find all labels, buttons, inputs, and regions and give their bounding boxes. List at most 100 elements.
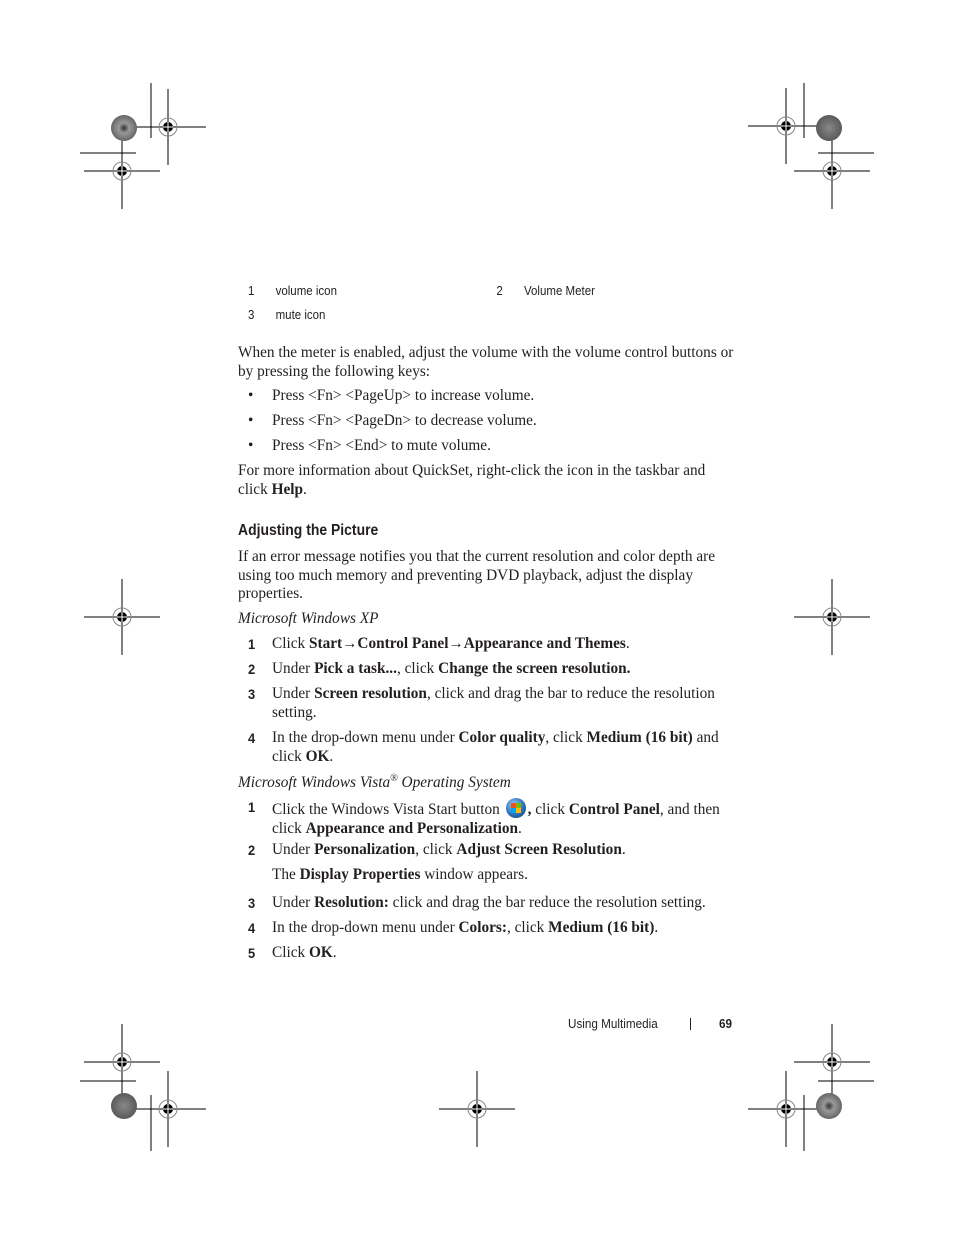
ui-term: Medium (16 bit) [548,919,655,936]
step-text-run: Under [272,660,315,677]
section-heading: Adjusting the Picture [238,522,379,539]
step-number: 1 [248,799,256,815]
step-text-run: . [518,819,522,837]
step-text-run: In the drop-down menu under [272,729,459,746]
registration-mark-icon [747,1070,825,1148]
registration-mark-icon [83,578,161,656]
step-text: The Display Properties window appears. [272,866,738,885]
bullet-text: Press <Fn> <End> to mute volume. [272,437,491,454]
step-text-run: window appears. [420,866,528,883]
step-text-run: In the drop-down menu under [272,919,459,936]
bullet-glyph: • [248,387,254,404]
step-text-run: Click [272,944,309,961]
step-text-run: , click [506,919,549,936]
ui-term: Display Properties [299,866,421,883]
ui-term: OK [308,944,333,961]
step-text-run: Under [272,841,315,858]
footer-separator [690,1018,691,1030]
ui-term: Pick a task... [314,660,397,677]
step-number: 3 [248,895,256,911]
vista-subheading-suffix: Operating System [397,774,511,792]
step-text: Under Screen resolution, click and drag … [272,685,738,722]
registration-mark-icon [129,1070,207,1148]
step-text: Under Personalization, click Adjust Scre… [272,841,738,860]
step-text-run: Click the Windows Vista Start button [272,801,504,818]
ui-term: Colors: [458,919,507,936]
callout-label: volume icon [275,284,337,298]
ui-term: Change the screen resolution. [438,660,631,677]
ui-term: Personalization [314,841,416,858]
quickset-paragraph: For more information about QuickSet, rig… [238,462,738,499]
registration-mark-icon [129,88,207,166]
step-text-run: , click [545,729,587,746]
step-text-run: , click [415,841,457,858]
step-text: In the drop-down menu under Color qualit… [272,729,738,766]
registration-mark-icon [793,1023,871,1101]
ui-term: Medium (16 bit) [586,729,693,746]
step-text-run: Under [272,894,315,911]
bullet-text: Press <Fn> <PageDn> to decrease volume. [272,412,537,429]
page-number: 69 [719,1016,733,1031]
ui-term: Screen resolution [314,685,427,702]
ui-term: Appearance and Personalization [305,819,519,837]
step-number: 2 [248,661,256,677]
ui-term: Adjust Screen Resolution [456,841,622,858]
callout-number: 3 [248,308,255,322]
step-text-run: . [625,635,630,652]
footer-section-title: Using Multimedia [568,1016,658,1031]
step-text-run: click [531,801,569,818]
color-target-icon [816,1093,842,1119]
quickset-text-end: . [303,480,307,498]
step-text-run: . [654,919,659,936]
step-number: 4 [248,730,256,746]
bullet-glyph: • [248,412,254,429]
windows-vista-start-icon [505,798,526,818]
help-term: Help [271,480,304,498]
step-text-run: . [332,944,337,961]
intro-paragraph: When the meter is enabled, adjust the vo… [238,344,734,380]
callout-label: Volume Meter [524,284,595,298]
ui-term: Control Panel [568,801,660,818]
registration-mark-icon [793,132,871,210]
printer-crop-marks [80,83,874,1151]
step-text-run: Under [272,685,315,702]
step-text-run: The [272,866,300,883]
step-text-run: . [621,841,626,858]
callout-number: 2 [496,284,503,298]
step-text-run: . [329,747,334,765]
ui-term: Resolution: [314,894,389,911]
callout-number: 1 [248,284,255,298]
step-number: 1 [248,636,256,652]
step-number: 4 [248,920,256,936]
ui-term: OK [305,747,330,765]
manual-page: 1 volume icon 2 Volume Meter 3 mute icon… [0,0,954,1235]
bullet-glyph: • [248,437,254,454]
ui-term: Start→Control Panel→Appearance and Theme… [308,635,626,652]
quickset-text: For more information about QuickSet, rig… [238,462,706,498]
step-text: Under Resolution: click and drag the bar… [272,894,738,913]
color-target-icon [816,115,842,141]
step-text: Click Start→Control Panel→Appearance and… [272,635,738,654]
step-text: Click the Windows Vista Start button , c… [272,798,738,838]
step-number: 5 [248,945,256,961]
registered-mark: ® [390,773,398,784]
registration-mark-icon [438,1070,516,1148]
registration-mark-icon [747,87,825,165]
bullet-text: Press <Fn> <PageUp> to increase volume. [272,387,535,404]
step-text: Under Pick a task..., click Change the s… [272,660,738,679]
registration-mark-icon [793,578,871,656]
step-text-run: click and drag the bar reduce the resolu… [388,894,706,911]
step-text: In the drop-down menu under Colors:, cli… [272,919,738,938]
vista-subheading-text: Microsoft Windows Vista [238,774,391,792]
callout-label: mute icon [275,308,326,322]
registration-mark-icon [83,132,161,210]
step-text: Click OK. [272,944,738,963]
registration-mark-icon [83,1023,161,1101]
ui-term: Color quality [458,729,546,746]
xp-subheading: Microsoft Windows XP [238,610,379,627]
step-text-run: , click [396,660,439,677]
step-text-run: Click [272,635,309,652]
section-intro-paragraph: If an error message notifies you that th… [238,548,716,602]
step-number: 2 [248,842,256,858]
vista-subheading: Microsoft Windows Vista® Operating Syste… [238,773,511,792]
